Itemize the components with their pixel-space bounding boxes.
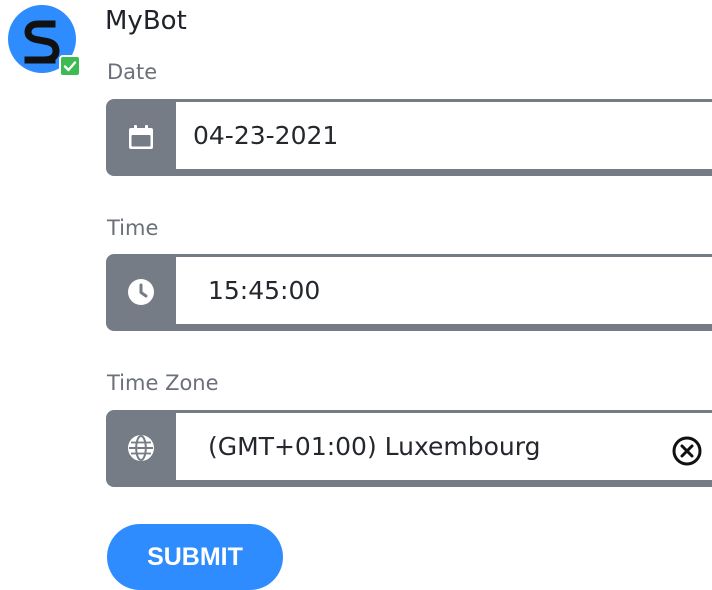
chat-message: MyBot Date Time Time Zone <box>0 0 712 590</box>
online-status-badge <box>59 55 81 77</box>
time-input[interactable] <box>176 257 712 324</box>
globe-icon <box>106 410 176 487</box>
date-field <box>106 99 712 176</box>
submit-button[interactable]: SUBMIT <box>107 524 283 590</box>
checkmark-icon <box>63 61 77 72</box>
time-field <box>106 254 712 331</box>
clear-icon[interactable] <box>670 434 704 468</box>
date-label: Date <box>107 60 158 84</box>
clock-icon <box>106 254 176 331</box>
timezone-field <box>106 410 712 487</box>
date-input[interactable] <box>176 102 712 169</box>
timezone-input[interactable] <box>176 413 712 480</box>
calendar-icon <box>106 99 176 176</box>
bot-name: MyBot <box>105 6 187 36</box>
time-label: Time <box>107 216 159 240</box>
timezone-label: Time Zone <box>107 371 219 395</box>
